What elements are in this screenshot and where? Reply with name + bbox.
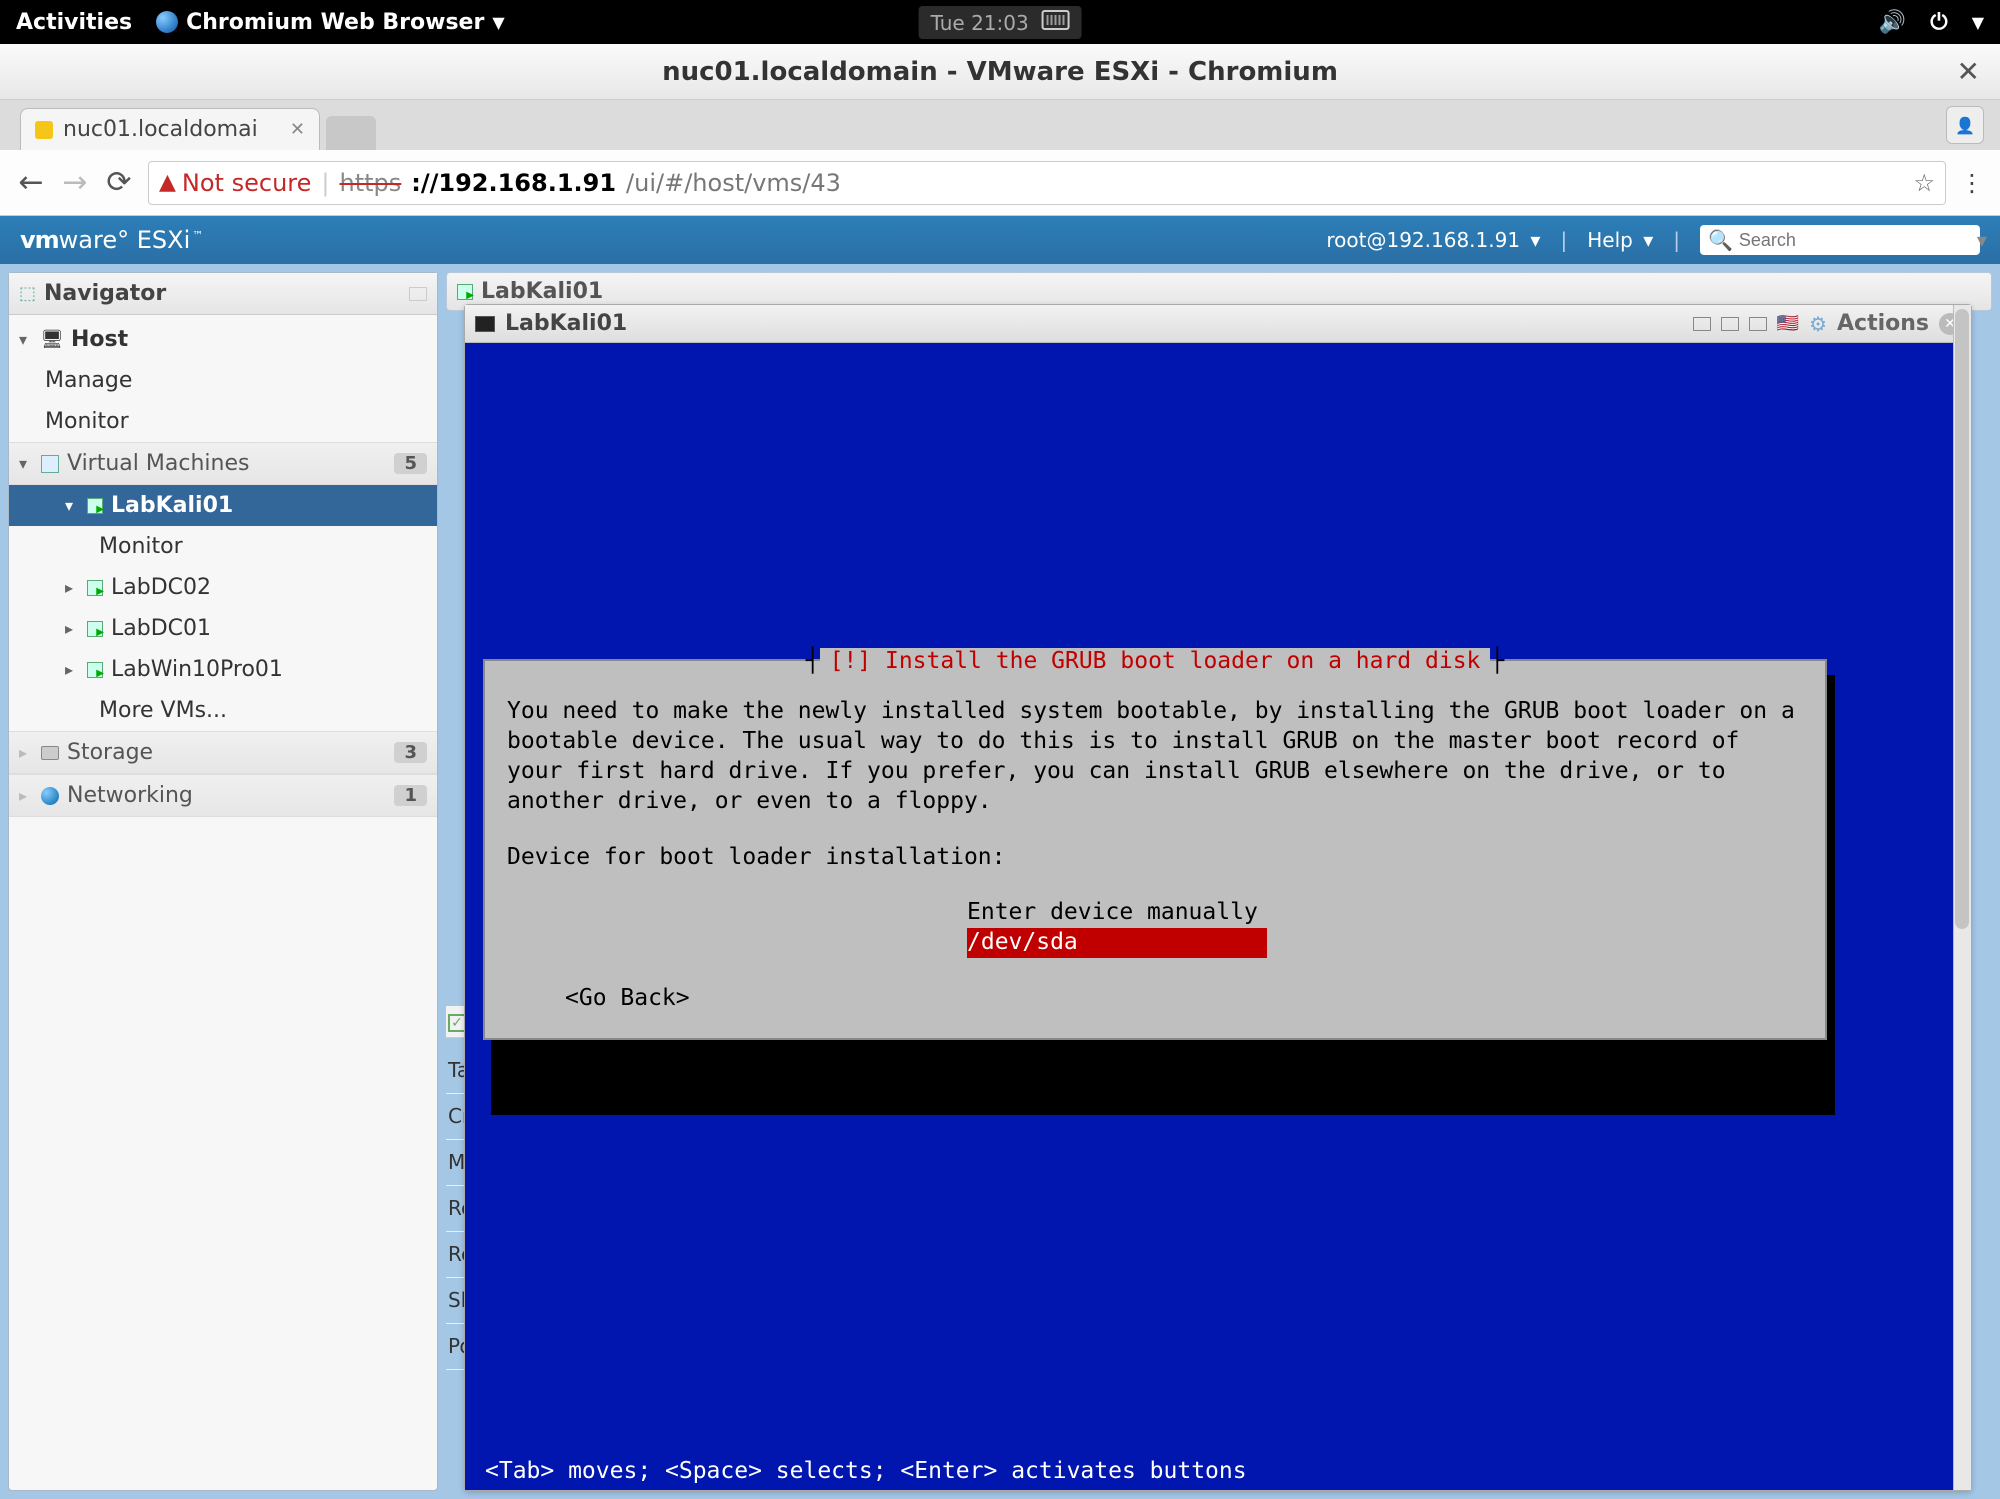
monitor-icon (475, 316, 495, 332)
volume-icon[interactable]: 🔊 (1879, 10, 1906, 35)
forward-button: → (60, 165, 90, 200)
keyboard-layout-icon[interactable]: 🇺🇸 (1777, 313, 1799, 334)
console-titlebar[interactable]: LabKali01 🇺🇸 ⚙ Actions ✕ (465, 305, 1971, 343)
user-menu[interactable]: root@192.168.1.91 ▾ (1326, 228, 1540, 252)
warning-icon: ▲ (159, 170, 176, 195)
window-titlebar: nuc01.localdomain - VMware ESXi - Chromi… (0, 44, 2000, 100)
networking-count-badge: 1 (394, 785, 427, 806)
profile-button[interactable]: 👤 (1946, 106, 1984, 144)
scrollbar[interactable] (1953, 305, 1971, 1490)
vms-count-badge: 5 (394, 453, 427, 474)
option-enter-manually[interactable]: Enter device manually (967, 898, 1267, 928)
tree-more-vms[interactable]: More VMs... (9, 690, 437, 731)
vms-icon (41, 455, 59, 473)
navigator-panel: ⬚ Navigator ▾ Host Manage Monitor ▾ Virt… (8, 272, 438, 1491)
back-button[interactable]: ← (16, 165, 46, 200)
search-box[interactable]: 🔍 ▾ (1700, 225, 1980, 255)
tree-host-monitor[interactable]: Monitor (9, 401, 437, 442)
reload-button[interactable]: ⟳ (104, 165, 134, 200)
tree-networking[interactable]: ▸ Networking 1 (9, 774, 437, 817)
security-indicator[interactable]: ▲ Not secure (159, 169, 311, 197)
window-close-button[interactable]: ✕ (1957, 55, 1980, 88)
tab-title: nuc01.localdomai (63, 117, 258, 142)
tree-host-manage[interactable]: Manage (9, 360, 437, 401)
vm-icon (87, 580, 103, 596)
main-content: ⬚ Navigator ▾ Host Manage Monitor ▾ Virt… (0, 264, 2000, 1499)
url-host: ://192.168.1.91 (411, 169, 616, 197)
vmware-header: vmware° ESXi™ root@192.168.1.91 ▾ | Help… (0, 216, 2000, 264)
console-control-icon[interactable] (1721, 317, 1739, 331)
installer-prompt: Device for boot loader installation: (507, 843, 1803, 873)
chevron-down-icon: ▼ (492, 13, 504, 32)
host-icon (41, 329, 63, 351)
new-tab-button[interactable] (326, 116, 376, 150)
tree-vms[interactable]: ▾ Virtual Machines 5 (9, 442, 437, 485)
url-path: /ui/#/host/vms/43 (626, 169, 841, 197)
installer-dialog: ┤[!] Install the GRUB boot loader on a h… (483, 659, 1827, 1040)
bookmark-star-icon[interactable]: ☆ (1913, 169, 1935, 197)
collapse-icon[interactable] (409, 287, 427, 301)
toolbar: ← → ⟳ ▲ Not secure | https://192.168.1.9… (0, 150, 2000, 216)
chromium-icon (156, 11, 178, 33)
window-title: nuc01.localdomain - VMware ESXi - Chromi… (662, 57, 1338, 87)
favicon-icon (35, 121, 53, 139)
vm-icon (87, 621, 103, 637)
navigator-header: ⬚ Navigator (9, 273, 437, 315)
help-menu[interactable]: Help ▾ (1587, 228, 1653, 252)
browser-tab[interactable]: nuc01.localdomai ✕ (20, 108, 320, 150)
tree-vm-labkali01[interactable]: ▾ LabKali01 (9, 485, 437, 526)
vm-icon (457, 284, 473, 300)
actions-menu[interactable]: Actions (1837, 311, 1929, 336)
installer-body-text: You need to make the newly installed sys… (507, 697, 1803, 817)
tree-vm-monitor[interactable]: Monitor (9, 526, 437, 567)
address-bar[interactable]: ▲ Not secure | https://192.168.1.91/ui/#… (148, 161, 1946, 205)
installer-title: [!] Install the GRUB boot loader on a ha… (820, 648, 1491, 674)
vmware-logo: vmware° ESXi™ (20, 226, 203, 254)
tree-vm-labdc01[interactable]: ▸ LabDC01 (9, 608, 437, 649)
navigator-tree: ▾ Host Manage Monitor ▾ Virtual Machines… (9, 315, 437, 821)
storage-count-badge: 3 (394, 742, 427, 763)
app-menu[interactable]: Chromium Web Browser (186, 10, 484, 35)
go-back-button[interactable]: <Go Back> (565, 984, 1803, 1014)
navigator-icon: ⬚ (19, 283, 36, 304)
keyboard-icon (1041, 10, 1069, 30)
tree-storage[interactable]: ▸ Storage 3 (9, 731, 437, 774)
gnome-top-bar: Activities Chromium Web Browser ▼ Tue 21… (0, 0, 2000, 44)
vm-console-window: LabKali01 🇺🇸 ⚙ Actions ✕ ┤[!] Install th… (464, 304, 1972, 1491)
power-icon[interactable]: ⏻ (1930, 10, 1947, 35)
tree-vm-labwin10pro01[interactable]: ▸ LabWin10Pro01 (9, 649, 437, 690)
vm-icon (87, 662, 103, 678)
content-area: LabKali01 ✓ TaCrMReReShPo ………………… ⌄▾ Lab… (446, 272, 1992, 1491)
networking-icon (41, 787, 59, 805)
installer-footer-hint: <Tab> moves; <Space> selects; <Enter> ac… (485, 1458, 1247, 1484)
tree-host[interactable]: ▾ Host (9, 319, 437, 360)
chevron-down-icon[interactable]: ▼ (1972, 13, 1984, 32)
activities-button[interactable]: Activities (16, 10, 132, 35)
search-icon: 🔍 (1708, 228, 1733, 252)
console-control-icon[interactable] (1749, 317, 1767, 331)
scrollbar-thumb[interactable] (1955, 309, 1969, 929)
console-body[interactable]: ┤[!] Install the GRUB boot loader on a h… (465, 343, 1971, 1490)
storage-icon (41, 746, 59, 760)
search-input[interactable] (1739, 230, 1971, 251)
tab-close-button[interactable]: ✕ (290, 119, 305, 140)
url-scheme: https (339, 169, 401, 197)
tree-vm-labdc02[interactable]: ▸ LabDC02 (9, 567, 437, 608)
chevron-down-icon[interactable]: ▾ (1977, 228, 1987, 252)
console-control-icon[interactable] (1693, 317, 1711, 331)
clock[interactable]: Tue 21:03 (919, 6, 1082, 39)
vm-icon (87, 498, 103, 514)
tab-strip: nuc01.localdomai ✕ 👤 (0, 100, 2000, 150)
option-dev-sda[interactable]: /dev/sda (967, 928, 1267, 958)
gear-icon[interactable]: ⚙ (1809, 312, 1827, 336)
browser-menu-button[interactable]: ⋮ (1960, 169, 1984, 197)
